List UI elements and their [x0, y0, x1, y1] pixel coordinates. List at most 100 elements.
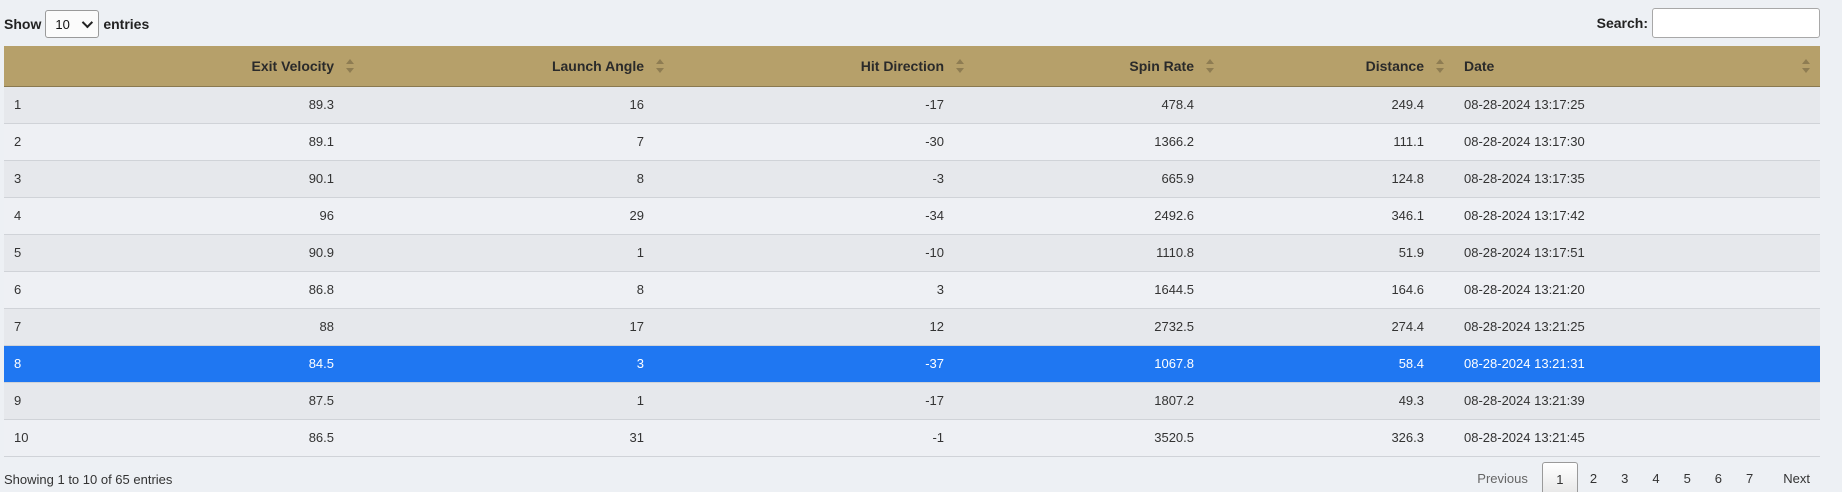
- column-header-exit-velocity[interactable]: Exit Velocity: [94, 46, 364, 87]
- column-header-label: Exit Velocity: [251, 57, 334, 74]
- table-footer: Showing 1 to 10 of 65 entries Previous 1…: [4, 462, 1820, 492]
- column-header-spin-rate[interactable]: Spin Rate: [974, 46, 1224, 87]
- sort-icon: [1436, 58, 1444, 73]
- search-label: Search:: [1596, 15, 1648, 31]
- entries-per-page-value: 10: [55, 16, 70, 32]
- table-controls: Show 10 entries Search:: [4, 8, 1820, 42]
- column-header-distance[interactable]: Distance: [1224, 46, 1454, 87]
- table-row[interactable]: 3 90.1 8 -3 665.9 124.8 08-28-2024 13:17…: [4, 160, 1820, 197]
- table-row[interactable]: 5 90.9 1 -10 1110.8 51.9 08-28-2024 13:1…: [4, 234, 1820, 271]
- cell-launch-angle: 16: [629, 97, 644, 112]
- cell-distance: 51.9: [1398, 245, 1424, 260]
- cell-launch-angle: 3: [636, 356, 644, 371]
- cell-spin-rate: 1067.8: [1154, 356, 1194, 371]
- cell-exit-velocity: 89.1: [308, 134, 334, 149]
- page-button-3[interactable]: 3: [1609, 462, 1640, 492]
- column-header-launch-angle[interactable]: Launch Angle: [364, 46, 674, 87]
- cell-date: 08-28-2024 13:17:35: [1464, 171, 1585, 186]
- cell-spin-rate: 478.4: [1161, 97, 1194, 112]
- search-input[interactable]: [1652, 8, 1820, 38]
- cell-hit-direction: -17: [925, 97, 944, 112]
- cell-index: 4: [14, 208, 22, 223]
- cell-hit-direction: -37: [925, 356, 944, 371]
- column-header-label: Launch Angle: [551, 57, 644, 74]
- cell-launch-angle: 31: [629, 430, 644, 445]
- page-button-2[interactable]: 2: [1578, 462, 1609, 492]
- page-button-6[interactable]: 6: [1703, 462, 1734, 492]
- entries-per-page-select[interactable]: 10: [45, 10, 100, 38]
- cell-spin-rate: 2492.6: [1154, 208, 1194, 223]
- cell-spin-rate: 1110.8: [1156, 245, 1194, 260]
- table-row-selected[interactable]: 8 84.5 3 -37 1067.8 58.4 08-28-2024 13:2…: [4, 345, 1820, 382]
- chevron-down-icon: [82, 16, 94, 29]
- cell-date: 08-28-2024 13:21:20: [1464, 282, 1585, 297]
- column-header-label: Distance: [1365, 57, 1424, 74]
- cell-date: 08-28-2024 13:17:51: [1464, 245, 1585, 260]
- cell-spin-rate: 3520.5: [1154, 430, 1194, 445]
- next-page-button[interactable]: Next: [1765, 462, 1820, 492]
- cell-date: 08-28-2024 13:21:25: [1464, 319, 1585, 334]
- cell-exit-velocity: 87.5: [308, 393, 334, 408]
- sort-icon: [656, 58, 664, 73]
- column-header-date[interactable]: Date: [1454, 46, 1820, 87]
- cell-spin-rate: 1644.5: [1154, 282, 1194, 297]
- cell-index: 6: [14, 282, 22, 297]
- entries-label: entries: [103, 16, 150, 32]
- table-body: 1 89.3 16 -17 478.4 249.4 08-28-2024 13:…: [4, 86, 1820, 456]
- cell-hit-direction: 3: [936, 282, 944, 297]
- cell-exit-velocity: 84.5: [308, 356, 334, 371]
- cell-hit-direction: 12: [929, 319, 944, 334]
- column-header-label: Hit Direction: [860, 57, 944, 74]
- cell-spin-rate: 665.9: [1161, 171, 1194, 186]
- cell-index: 7: [14, 319, 22, 334]
- cell-launch-angle: 7: [636, 134, 644, 149]
- cell-distance: 274.4: [1391, 319, 1424, 334]
- cell-hit-direction: -10: [925, 245, 944, 260]
- page-button-5[interactable]: 5: [1672, 462, 1703, 492]
- cell-spin-rate: 1366.2: [1154, 134, 1194, 149]
- sort-icon: [956, 58, 964, 73]
- cell-distance: 124.8: [1391, 171, 1424, 186]
- cell-date: 08-28-2024 13:21:31: [1464, 356, 1585, 371]
- datatable-wrapper: Show 10 entries Search: Exit Velocity La…: [0, 0, 1842, 492]
- page-button-1[interactable]: 1: [1541, 462, 1578, 492]
- cell-hit-direction: -34: [925, 208, 944, 223]
- cell-hit-direction: -3: [932, 171, 944, 186]
- cell-distance: 58.4: [1398, 356, 1424, 371]
- cell-launch-angle: 17: [629, 319, 644, 334]
- table-row[interactable]: 1 89.3 16 -17 478.4 249.4 08-28-2024 13:…: [4, 86, 1820, 123]
- cell-distance: 346.1: [1391, 208, 1424, 223]
- cell-hit-direction: -17: [925, 393, 944, 408]
- cell-launch-angle: 1: [636, 245, 644, 260]
- cell-exit-velocity: 86.5: [308, 430, 334, 445]
- cell-date: 08-28-2024 13:21:45: [1464, 430, 1585, 445]
- table-row[interactable]: 10 86.5 31 -1 3520.5 326.3 08-28-2024 13…: [4, 419, 1820, 456]
- column-header-index[interactable]: [4, 46, 94, 87]
- cell-exit-velocity: 86.8: [308, 282, 334, 297]
- table-row[interactable]: 7 88 17 12 2732.5 274.4 08-28-2024 13:21…: [4, 308, 1820, 345]
- column-header-hit-direction[interactable]: Hit Direction: [674, 46, 974, 87]
- sort-icon: [1802, 58, 1810, 73]
- sort-icon: [1206, 58, 1214, 73]
- show-label: Show: [4, 16, 42, 32]
- table-info: Showing 1 to 10 of 65 entries: [4, 472, 173, 487]
- table-row[interactable]: 4 96 29 -34 2492.6 346.1 08-28-2024 13:1…: [4, 197, 1820, 234]
- previous-page-button[interactable]: Previous: [1465, 462, 1542, 492]
- cell-distance: 164.6: [1391, 282, 1424, 297]
- cell-date: 08-28-2024 13:21:39: [1464, 393, 1585, 408]
- cell-date: 08-28-2024 13:17:30: [1464, 134, 1585, 149]
- cell-spin-rate: 1807.2: [1154, 393, 1194, 408]
- table-row[interactable]: 6 86.8 8 3 1644.5 164.6 08-28-2024 13:21…: [4, 271, 1820, 308]
- cell-exit-velocity: 88: [319, 319, 334, 334]
- page-button-7[interactable]: 7: [1734, 462, 1765, 492]
- cell-index: 5: [14, 245, 22, 260]
- length-menu: Show 10 entries: [4, 10, 149, 38]
- sort-icon: [346, 58, 354, 73]
- table-row[interactable]: 2 89.1 7 -30 1366.2 111.1 08-28-2024 13:…: [4, 123, 1820, 160]
- page-button-4[interactable]: 4: [1640, 462, 1671, 492]
- cell-hit-direction: -1: [932, 430, 944, 445]
- cell-launch-angle: 1: [636, 393, 644, 408]
- cell-exit-velocity: 96: [319, 208, 334, 223]
- table-row[interactable]: 9 87.5 1 -17 1807.2 49.3 08-28-2024 13:2…: [4, 382, 1820, 419]
- column-header-label: Spin Rate: [1129, 57, 1194, 74]
